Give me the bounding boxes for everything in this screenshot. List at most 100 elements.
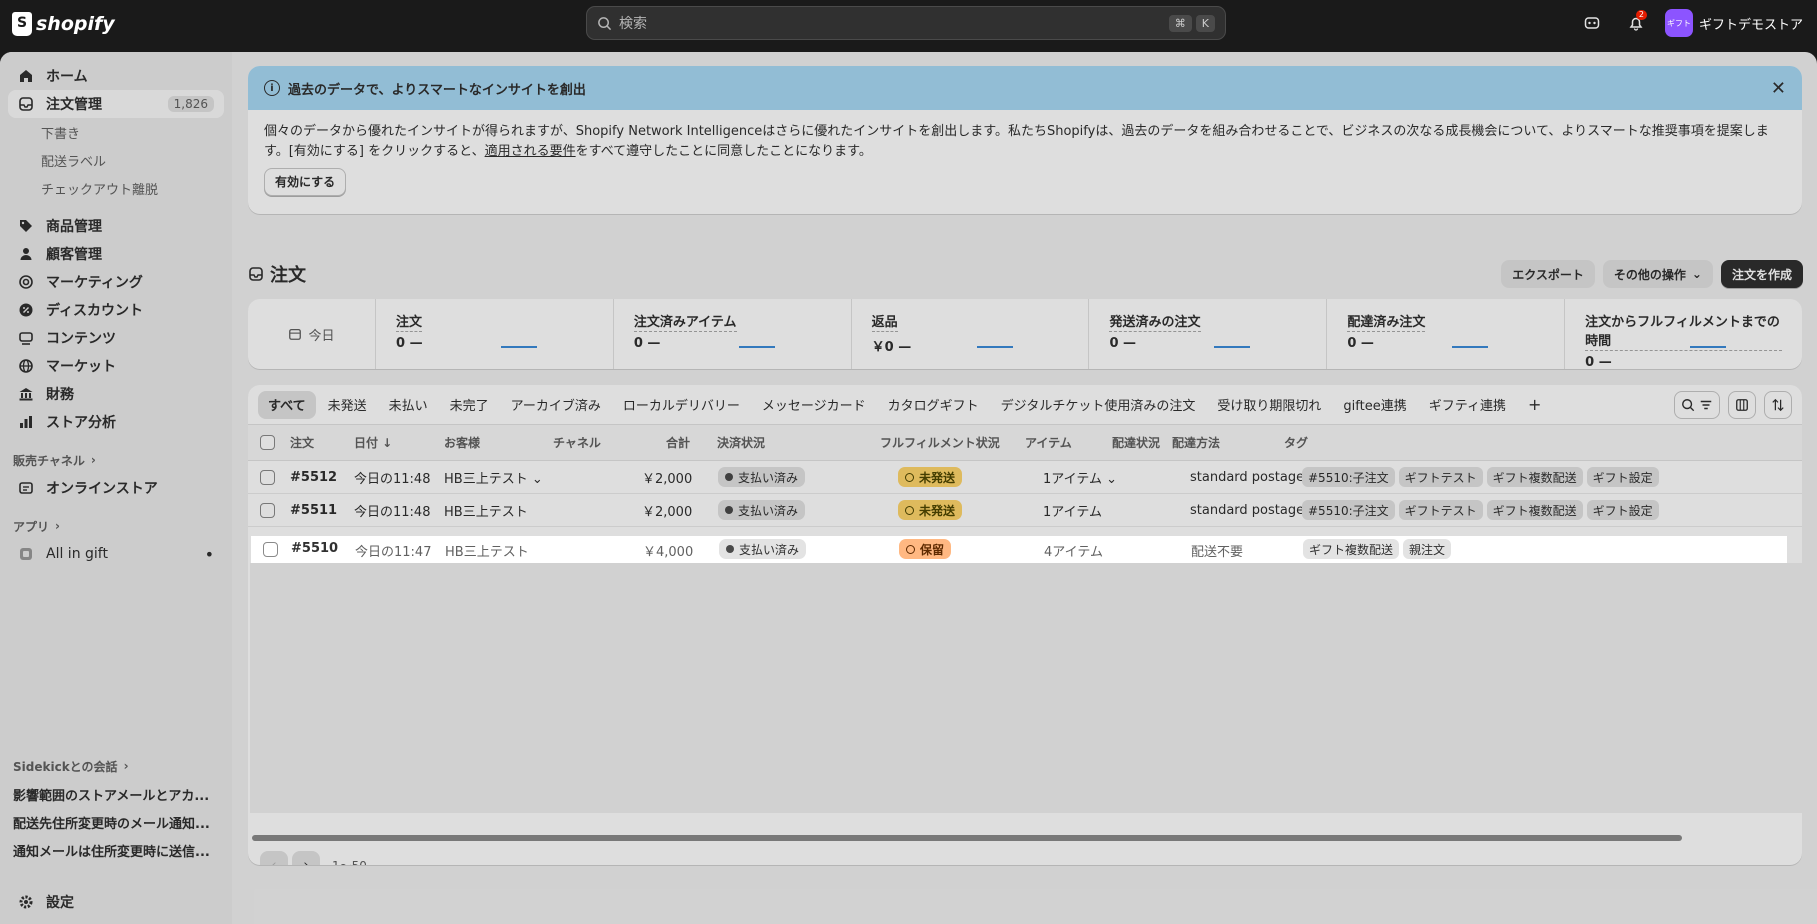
sidekick-heading[interactable]: Sidekickとの会話 › [13,756,232,776]
previous-page-button[interactable]: ‹ [260,851,288,865]
tab-all[interactable]: すべて [258,390,316,419]
next-page-button[interactable]: › [292,851,320,865]
metric-card[interactable]: 発送済みの注文 0 — [1089,299,1328,369]
sales-channels-heading[interactable]: 販売チャネル › [13,450,232,470]
sidebar-item-online-store[interactable]: オンラインストア [8,474,224,502]
column-customer[interactable]: お客様 [444,434,480,451]
tab-unfulfilled[interactable]: 未発送 [318,391,377,419]
sidebar-item-analytics[interactable]: ストア分析 [8,408,224,436]
metric-value: 0 — [633,336,661,351]
columns-button[interactable] [1728,390,1756,419]
items-count[interactable]: 4アイテム [1044,541,1103,560]
search-input[interactable]: 検索 ⌘ K [586,6,1226,40]
sidebar-item-markets[interactable]: マーケット [8,352,224,380]
tab-local-delivery[interactable]: ローカルデリバリー [613,391,750,419]
columns-icon [1736,398,1748,411]
sidebar-item-discounts[interactable]: ディスカウント [8,296,224,324]
notifications-button[interactable]: 2 [1621,8,1651,38]
row-checkbox[interactable] [260,503,275,518]
column-delivery-method[interactable]: 配達方法 [1172,434,1220,451]
sidekick-conversation[interactable]: 影響範囲のストアメールとアカ... [0,780,232,808]
metric-card[interactable]: 注文済みアイテム 0 — [614,299,852,369]
order-number[interactable]: #5512 [290,470,337,485]
date-range-picker[interactable]: 今日 [248,299,376,369]
sidebar-item-orders[interactable]: 注文管理 1,826 [8,90,224,118]
add-view-icon[interactable]: + [1518,391,1551,419]
sidebar-item-content[interactable]: コンテンツ [8,324,224,352]
requirements-link[interactable]: 適用される要件 [485,144,576,159]
metric-card[interactable]: 注文からフルフィルメントまでの時間 0 — [1565,299,1802,370]
tab-archived[interactable]: アーカイブ済み [501,391,611,419]
chevron-right-icon: › [90,453,96,467]
main-content: i 過去のデータで、よりスマートなインサイトを創出 ✕ 個々のデータから優れたイ… [248,52,1803,865]
fulfillment-status-label: 未発送 [919,503,956,518]
shopify-logo[interactable]: shopify [12,12,115,36]
sidebar-item-customers[interactable]: 顧客管理 [8,240,224,268]
customer-name[interactable]: HB三上テスト ⌄ [444,468,543,487]
column-total[interactable]: 合計 [666,434,690,451]
column-items[interactable]: アイテム [1025,434,1072,451]
shortcut-key-k: K [1195,14,1215,32]
tab-expired[interactable]: 受け取り期限切れ [1207,391,1331,419]
create-order-button[interactable]: 注文を作成 [1720,260,1803,288]
tab-catalog-gift[interactable]: カタログギフト [878,391,989,419]
column-date[interactable]: 日付 ↓ [354,434,392,451]
order-number[interactable]: #5511 [290,503,337,518]
tag-list: #5510:子注文 ギフトテスト ギフト複数配送 ギフト設定 [1302,500,1663,520]
column-fulfillment-status[interactable]: フルフィルメント状況 [880,434,1000,451]
select-all-checkbox[interactable] [260,435,275,450]
delivery-method: standard postage [1190,502,1305,518]
order-number[interactable]: #5510 [291,541,338,556]
sidebar-item-all-in-gift[interactable]: All in gift • [8,540,224,568]
close-icon[interactable]: ✕ [1771,78,1786,99]
table-row[interactable]: #5512 今日の11:48 HB三上テスト ⌄ ￥2,000 支払い済み 未発… [248,461,1802,494]
metric-card[interactable]: 配達済み注文 0 — [1327,299,1566,369]
orders-icon [249,267,263,281]
tab-digital-ticket[interactable]: デジタルチケット使用済みの注文 [991,391,1206,419]
sidebar-item-home[interactable]: ホーム [8,62,224,90]
tab-message-card[interactable]: メッセージカード [752,391,876,419]
sidebar-item-label: 商品管理 [46,219,102,235]
tab-unpaid[interactable]: 未払い [379,391,438,419]
store-menu[interactable]: ギフト ギフトデモストア [1664,9,1803,37]
enable-button[interactable]: 有効にする [264,168,347,196]
table-row[interactable]: #5511 今日の11:48 HB三上テスト ￥2,000 支払い済み 未発送 … [248,494,1802,527]
customer-name[interactable]: HB三上テスト [444,501,528,520]
sidebar-item-label: オンラインストア [46,481,158,497]
sort-button[interactable] [1764,390,1792,419]
banner-text: 個々のデータから優れたインサイトが得られますが、Shopify Network … [264,124,1769,139]
export-button[interactable]: エクスポート [1501,260,1595,288]
sidebar-item-marketing[interactable]: マーケティング [8,268,224,296]
tab-open[interactable]: 未完了 [440,391,499,419]
metric-card[interactable]: 返品 ￥0 — [852,299,1090,369]
sidebar-item-finance[interactable]: 財務 [8,380,224,408]
sidekick-conversation[interactable]: 配送先住所変更時のメール通知... [0,808,232,836]
admin-frame: ホーム 注文管理 1,826 下書き 配送ラベル チェックアウト離脱 商品管理 … [0,52,1817,924]
sidebar-sub-shipping-labels[interactable]: 配送ラベル [41,146,232,174]
tab-giftee-jp[interactable]: ギフティ連携 [1419,391,1516,419]
table-row-highlighted[interactable]: #5510 今日の11:47 HB三上テスト ￥4,000 支払い済み 保留 4… [251,536,1787,563]
items-dropdown[interactable]: 1アイテム ⌄ [1043,468,1117,487]
column-payment-status[interactable]: 決済状況 [717,434,765,451]
row-checkbox[interactable] [263,542,278,557]
horizontal-scrollbar[interactable] [252,835,1682,841]
more-actions-button[interactable]: その他の操作 ⌄ [1602,260,1713,288]
sidebar-item-settings[interactable]: 設定 [8,888,224,916]
sidebar-item-products[interactable]: 商品管理 [8,212,224,240]
sidebar-sub-drafts[interactable]: 下書き [41,118,232,146]
tab-giftee[interactable]: giftee連携 [1333,391,1416,419]
column-channel[interactable]: チャネル [553,434,601,451]
row-checkbox[interactable] [260,470,275,485]
store-avatar: ギフト [1664,9,1693,37]
column-order[interactable]: 注文 [290,434,314,451]
items-count[interactable]: 1アイテム [1043,501,1102,520]
sidekick-conversation[interactable]: 通知メールは住所変更時に送信... [0,836,232,864]
column-delivery-status[interactable]: 配達状況 [1112,434,1160,451]
search-filter-button[interactable] [1674,390,1720,419]
customer-name[interactable]: HB三上テスト [445,541,529,560]
metric-card[interactable]: 注文 0 — [376,299,614,369]
sidekick-button[interactable] [1577,8,1607,38]
column-tags[interactable]: タグ [1284,434,1308,451]
sidebar-sub-abandoned-checkouts[interactable]: チェックアウト離脱 [41,174,232,202]
apps-heading[interactable]: アプリ › [13,516,232,536]
